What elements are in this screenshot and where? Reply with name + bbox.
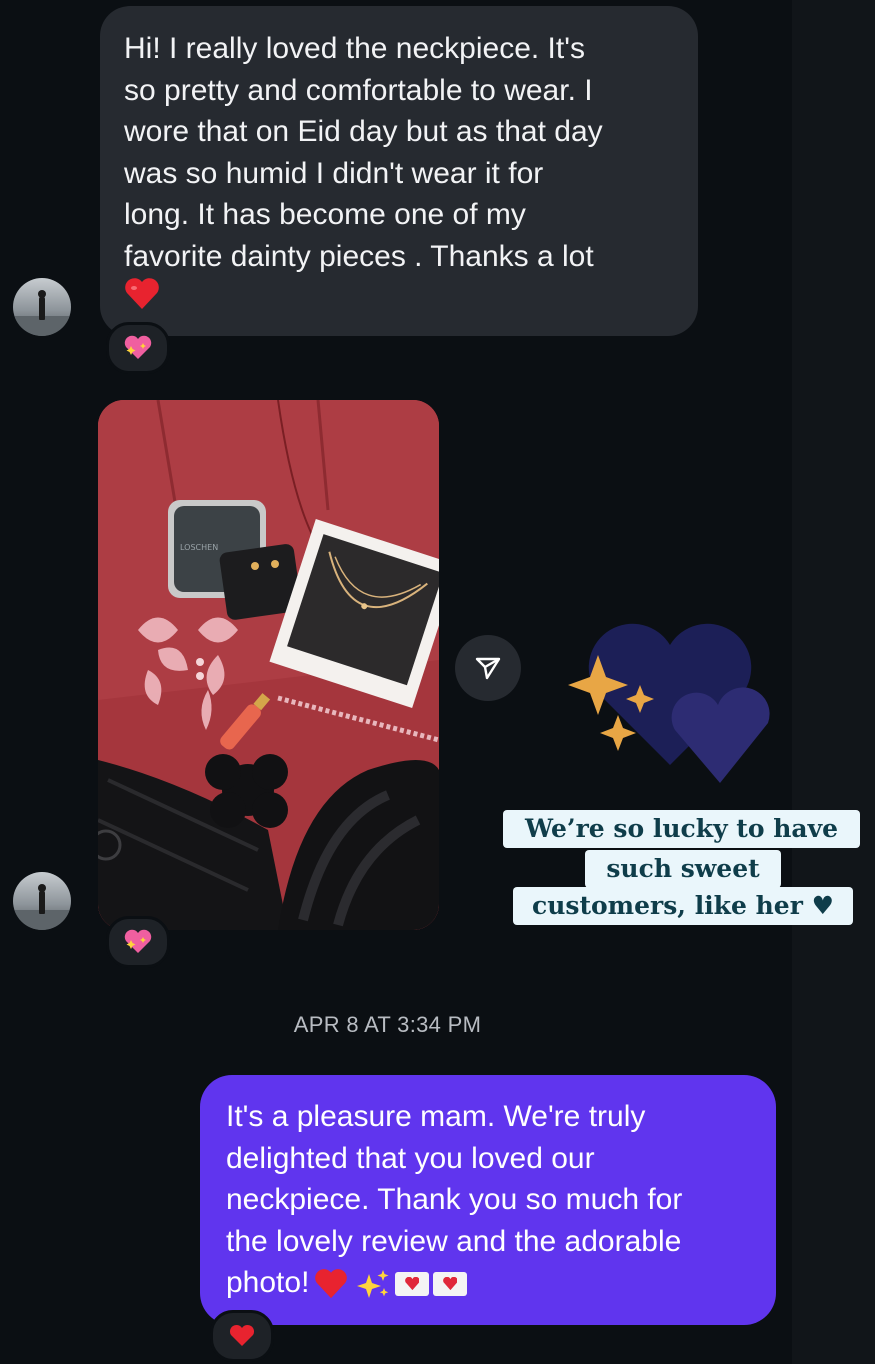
jewelry-flatlay-image: LOSCHEN: [98, 400, 439, 930]
sparkles-emoji: [357, 1270, 389, 1299]
sticker-text-line-1: We’re so lucky to have: [503, 810, 860, 848]
outgoing-message-bubble[interactable]: It's a pleasure mam. We're truly delight…: [200, 1075, 776, 1325]
sender-avatar[interactable]: [13, 278, 71, 336]
incoming-message-text: Hi! I really loved the neckpiece. It's s…: [124, 32, 603, 273]
outgoing-message-reaction[interactable]: [210, 1310, 274, 1362]
red-heart-icon: [229, 1324, 255, 1346]
sticker-text-line-2: such sweet: [585, 850, 781, 888]
red-heart-emoji: [315, 1269, 348, 1299]
photo-reaction[interactable]: [106, 916, 170, 968]
share-photo-button[interactable]: [455, 635, 521, 701]
message-timestamp: APR 8 AT 3:34 PM: [293, 1012, 482, 1037]
sender-avatar[interactable]: [13, 872, 71, 930]
incoming-message-bubble[interactable]: Hi! I really loved the neckpiece. It's s…: [100, 6, 698, 336]
love-letter-emoji: [433, 1272, 468, 1297]
heart-with-sparkles-icon: [124, 335, 152, 359]
outgoing-message-text: It's a pleasure mam. We're truly delight…: [226, 1100, 682, 1299]
right-edge-panel: [792, 0, 875, 1364]
send-icon: [475, 657, 501, 680]
outgoing-message-text-content: It's a pleasure mam. We're truly delight…: [226, 1100, 683, 1299]
box-logo-text: LOSCHEN: [180, 543, 218, 552]
hearts-sparkles-sticker: [568, 623, 770, 783]
love-letter-emoji: [395, 1272, 430, 1297]
heart-with-sparkles-icon: [124, 929, 152, 953]
message-reaction[interactable]: [106, 322, 170, 374]
shared-photo[interactable]: LOSCHEN: [98, 400, 439, 930]
red-heart-emoji: [125, 278, 159, 309]
sticker-text-line-3: customers, like her ♥: [513, 887, 853, 925]
